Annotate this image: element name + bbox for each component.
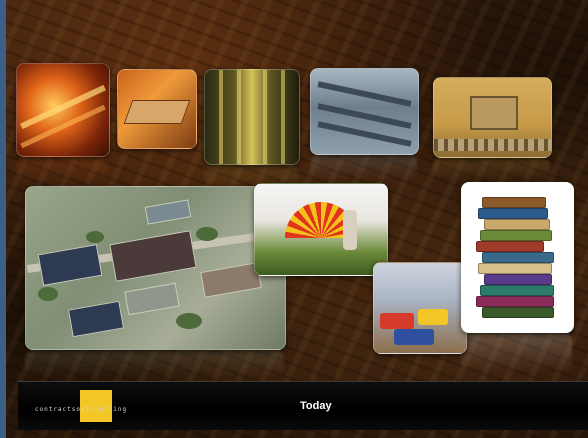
image-detail: [38, 287, 58, 301]
logo-text: contractsoutsourcing: [34, 406, 128, 413]
image-detail: [470, 96, 518, 130]
image-detail: [482, 307, 554, 318]
background-stage: contractsoutsourcing Today: [0, 0, 588, 438]
image-detail: [67, 300, 125, 338]
image-detail: [482, 197, 546, 208]
steel-slab-image[interactable]: [117, 69, 197, 149]
bottom-bar: contractsoutsourcing Today: [18, 381, 588, 430]
image-detail: [263, 70, 267, 164]
trucks-image[interactable]: [373, 262, 467, 354]
image-detail: [37, 244, 103, 286]
image-detail: [219, 70, 223, 164]
image-detail: [200, 262, 262, 298]
image-detail: [434, 139, 551, 151]
image-detail: [196, 227, 218, 241]
image-detail: [482, 252, 554, 263]
image-detail: [476, 241, 544, 252]
image-detail: [237, 70, 241, 164]
image-detail: [476, 296, 554, 307]
site-logo[interactable]: contractsoutsourcing: [26, 388, 136, 424]
image-detail: [124, 282, 180, 316]
today-link[interactable]: Today: [300, 400, 360, 412]
image-detail: [480, 230, 552, 241]
image-detail: [394, 329, 434, 345]
tile-reflection: [461, 333, 572, 373]
tile-reflection: [310, 155, 417, 181]
image-detail: [123, 100, 191, 124]
warehouse-aisle-image[interactable]: [204, 69, 300, 165]
tile-reflection: [433, 158, 550, 180]
image-detail: [478, 263, 552, 274]
furnace-image[interactable]: [16, 63, 110, 157]
image-detail: [380, 313, 414, 329]
sunburst-mural-image[interactable]: [254, 183, 388, 276]
tile-reflection: [16, 157, 108, 183]
image-detail: [478, 208, 548, 219]
image-detail: [317, 81, 412, 107]
image-detail: [484, 274, 552, 285]
image-detail: [109, 230, 197, 282]
books-stack-image[interactable]: [461, 182, 574, 333]
image-detail: [176, 313, 202, 329]
tile-reflection: [25, 350, 284, 378]
conveyor-image[interactable]: [433, 77, 552, 158]
image-detail: [20, 104, 106, 149]
machinery-image[interactable]: [310, 68, 419, 155]
image-detail: [86, 231, 104, 243]
image-detail: [418, 309, 448, 325]
image-detail: [484, 219, 550, 230]
image-detail: [144, 199, 192, 225]
left-edge-strip: [0, 0, 6, 438]
aerial-factory-image[interactable]: [25, 186, 286, 350]
image-detail: [480, 285, 554, 296]
image-detail: [343, 210, 357, 250]
image-detail: [281, 70, 285, 164]
